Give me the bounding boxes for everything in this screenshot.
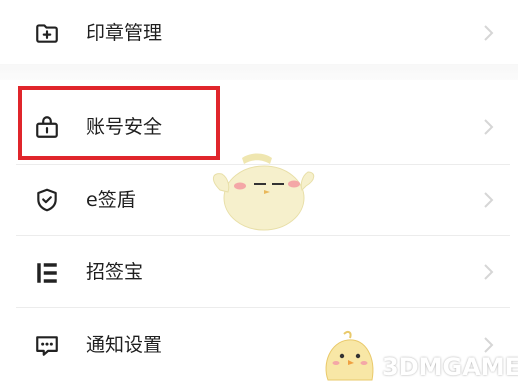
menu-item-label: 印章管理 xyxy=(86,22,163,44)
highlight-box xyxy=(18,86,220,160)
divider xyxy=(16,307,510,308)
mascot-chick-icon xyxy=(213,153,315,231)
menu-item-label: 招签宝 xyxy=(86,261,144,283)
folder-plus-icon xyxy=(36,24,58,43)
chevron-right-icon xyxy=(484,264,494,280)
chevron-right-icon xyxy=(484,192,494,208)
menu-item-seal-management[interactable]: 印章管理 xyxy=(0,2,518,64)
message-dots-icon xyxy=(36,336,58,356)
menu-item-label: 通知设置 xyxy=(86,334,163,356)
bar-list-icon xyxy=(37,263,57,283)
chevron-right-icon xyxy=(484,337,494,353)
chevron-right-icon xyxy=(484,25,494,41)
menu-item-label: e签盾 xyxy=(86,189,136,211)
watermark-chick-icon xyxy=(325,330,374,381)
shield-check-icon xyxy=(37,188,57,212)
section-gap xyxy=(0,64,518,80)
chevron-right-icon xyxy=(484,119,494,135)
watermark-text: 3DMGAME xyxy=(382,353,518,381)
menu-item-zhao-qian-bao[interactable]: 招签宝 xyxy=(0,241,518,303)
